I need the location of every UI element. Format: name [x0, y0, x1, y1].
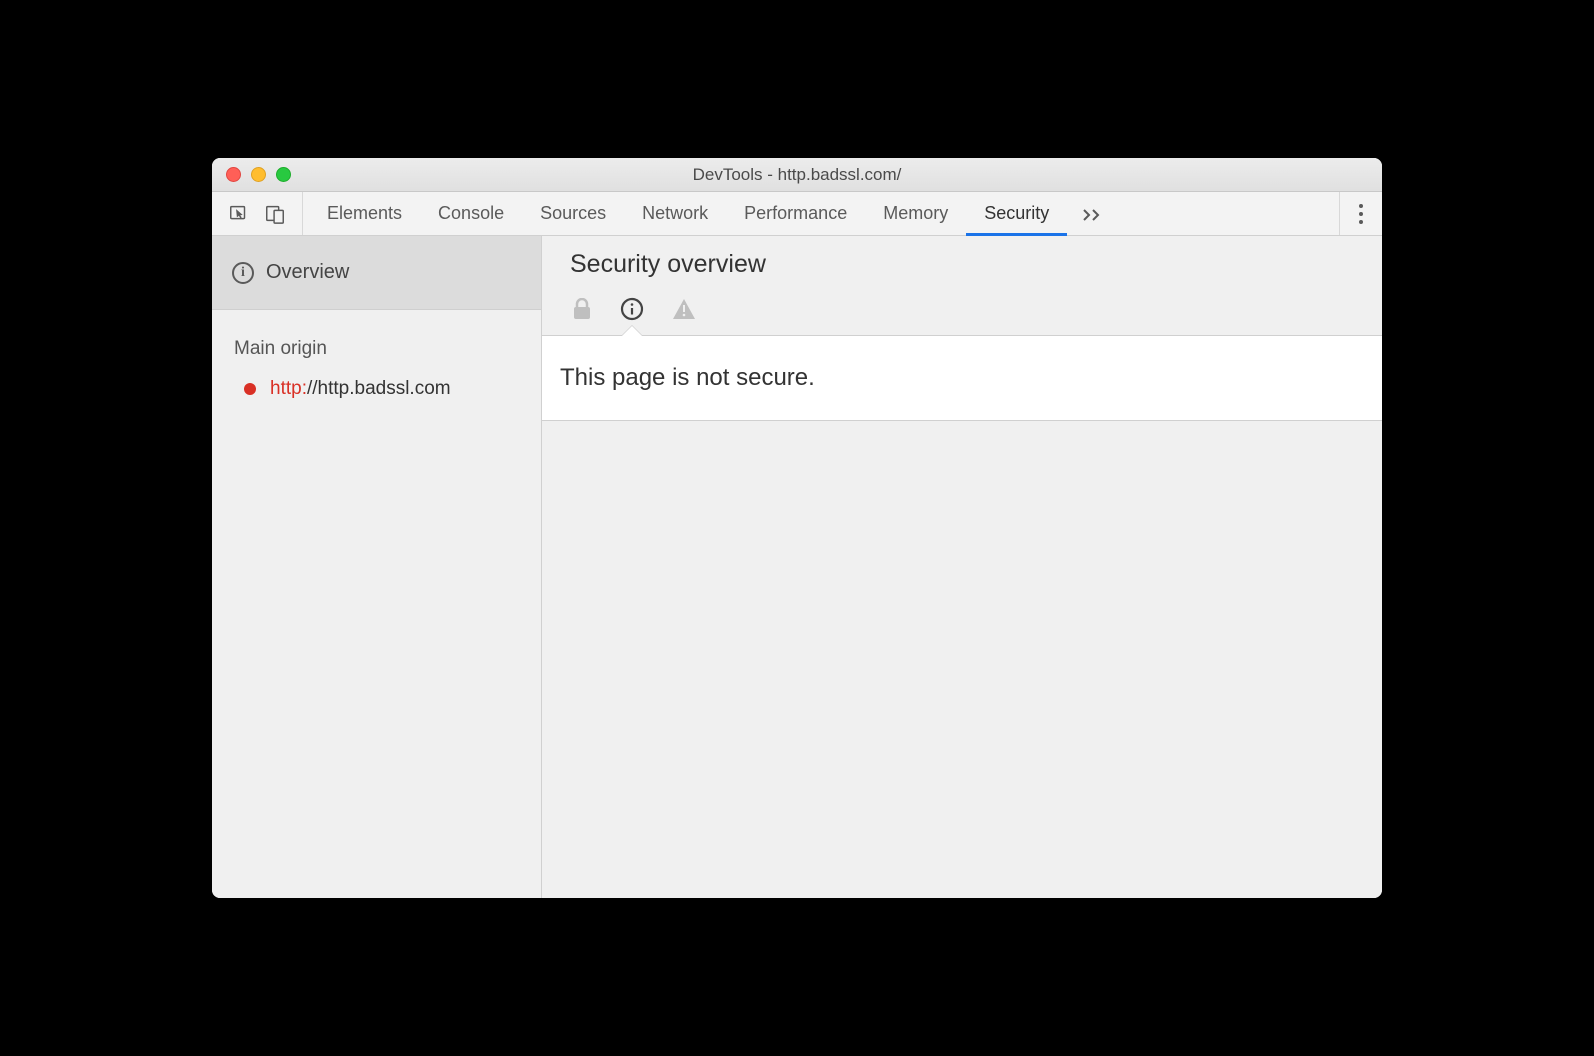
tab-console[interactable]: Console [420, 192, 522, 235]
security-overview-title: Security overview [570, 250, 1354, 279]
tab-overflow-button[interactable] [1067, 192, 1117, 235]
main-origin-heading: Main origin [234, 338, 519, 360]
content-area: i Overview Main origin http://http.badss… [212, 236, 1382, 898]
devtools-toolbar: Elements Console Sources Network Perform… [212, 192, 1382, 236]
tab-security[interactable]: Security [966, 192, 1067, 235]
security-message: This page is not secure. [560, 364, 1364, 392]
sidebar-overview-item[interactable]: i Overview [212, 236, 541, 310]
sidebar-main-origin-section: Main origin http://http.badssl.com [212, 310, 541, 400]
inspect-element-icon[interactable] [228, 203, 250, 225]
main-header: Security overview [542, 236, 1382, 335]
panel-tabs: Elements Console Sources Network Perform… [303, 192, 1339, 235]
origin-host: //http.badssl.com [307, 378, 451, 399]
more-options-button[interactable] [1339, 192, 1382, 235]
security-main-panel: Security overview [542, 236, 1382, 898]
tab-performance[interactable]: Performance [726, 192, 865, 235]
lock-icon [572, 298, 592, 320]
warning-icon [672, 298, 696, 320]
security-message-card: This page is not secure. [542, 335, 1382, 421]
tab-elements[interactable]: Elements [309, 192, 420, 235]
sidebar-overview-label: Overview [266, 261, 349, 284]
origin-url: http://http.badssl.com [270, 378, 451, 400]
security-state-icons [570, 297, 1354, 335]
tab-memory[interactable]: Memory [865, 192, 966, 235]
devtools-window: DevTools - http.badssl.com/ Elements Con… [212, 158, 1382, 898]
device-toolbar-icon[interactable] [264, 203, 286, 225]
origin-scheme: http: [270, 378, 307, 399]
tab-network[interactable]: Network [624, 192, 726, 235]
security-sidebar: i Overview Main origin http://http.badss… [212, 236, 542, 898]
tab-sources[interactable]: Sources [522, 192, 624, 235]
origin-status-dot-icon [244, 383, 256, 395]
kebab-menu-icon [1358, 203, 1364, 225]
titlebar[interactable]: DevTools - http.badssl.com/ [212, 158, 1382, 192]
window-title: DevTools - http.badssl.com/ [212, 165, 1382, 185]
info-state-icon [620, 297, 644, 321]
info-icon: i [232, 262, 254, 284]
toolbar-left-group [212, 192, 303, 235]
origin-item[interactable]: http://http.badssl.com [234, 378, 519, 400]
